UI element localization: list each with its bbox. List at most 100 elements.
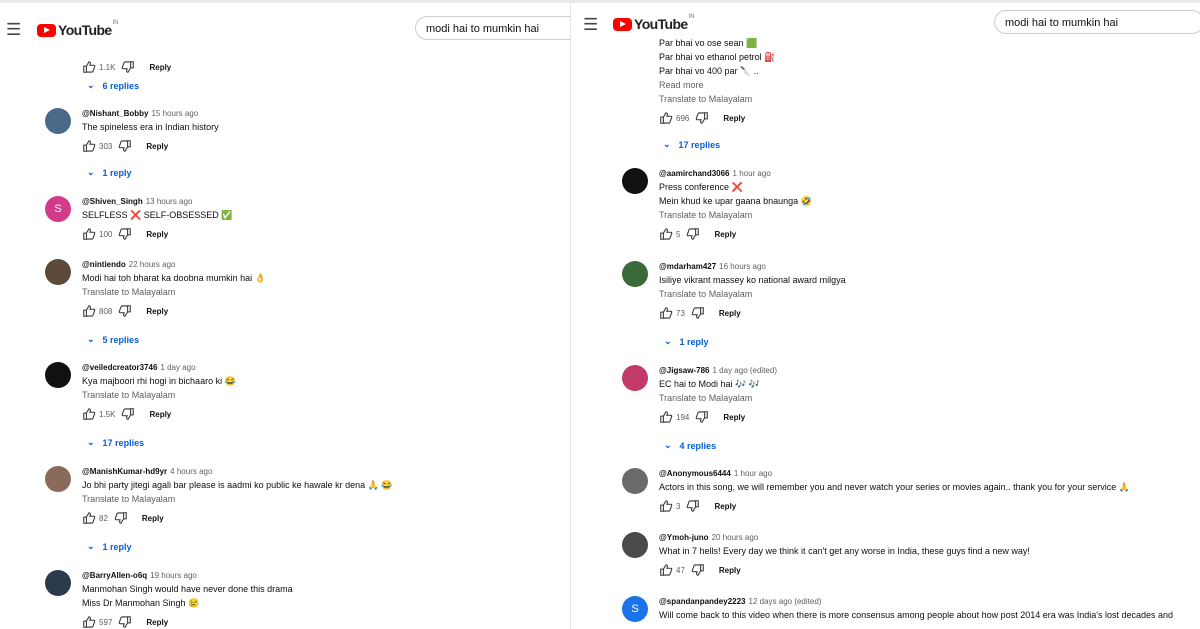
replies-toggle[interactable]: ⌄ 4 replies — [664, 440, 716, 451]
avatar[interactable] — [45, 108, 71, 134]
comment-author[interactable]: @Shiven_Singh — [82, 197, 143, 206]
comment-author[interactable]: @nintiendo — [82, 260, 126, 269]
dislike-icon[interactable] — [695, 111, 709, 125]
reply-button[interactable]: Reply — [719, 309, 741, 318]
translate-link[interactable]: Translate to Malayalam — [82, 492, 570, 506]
menu-icon[interactable]: ☰ — [583, 16, 598, 33]
avatar[interactable] — [622, 365, 648, 391]
like-icon[interactable] — [82, 139, 96, 153]
replies-toggle[interactable]: ⌄ 1 reply — [664, 336, 709, 347]
read-more-link[interactable]: Read more — [659, 78, 1200, 92]
reply-button[interactable]: Reply — [723, 114, 745, 123]
avatar[interactable] — [622, 532, 648, 558]
reply-button[interactable]: Reply — [142, 514, 164, 523]
like-icon[interactable] — [659, 227, 673, 241]
comment-author[interactable]: @spandanpandey2223 — [659, 597, 746, 606]
avatar[interactable] — [45, 570, 71, 596]
reply-button[interactable]: Reply — [149, 410, 171, 419]
reply-button[interactable]: Reply — [149, 63, 171, 72]
avatar[interactable] — [622, 468, 648, 494]
comment-author[interactable]: @aamirchand3066 — [659, 169, 730, 178]
like-icon[interactable] — [82, 407, 96, 421]
youtube-play-icon — [613, 17, 632, 31]
like-icon[interactable] — [82, 511, 96, 525]
reply-button[interactable]: Reply — [146, 307, 168, 316]
translate-link[interactable]: Translate to Malayalam — [659, 391, 1200, 405]
like-icon[interactable] — [82, 227, 96, 241]
replies-toggle[interactable]: ⌄ 1 reply — [87, 541, 132, 552]
translate-link[interactable]: Translate to Malayalam — [659, 92, 1200, 106]
avatar[interactable] — [622, 168, 648, 194]
dislike-icon[interactable] — [118, 227, 132, 241]
like-icon[interactable] — [659, 306, 673, 320]
translate-link[interactable]: Translate to Malayalam — [659, 287, 1200, 301]
avatar[interactable]: S — [622, 596, 648, 622]
translate-link[interactable]: Translate to Malayalam — [82, 285, 570, 299]
avatar[interactable]: S — [45, 196, 71, 222]
comment-time[interactable]: 4 hours ago — [170, 467, 212, 476]
avatar[interactable] — [45, 259, 71, 285]
comment-time[interactable]: 22 hours ago — [129, 260, 176, 269]
like-icon[interactable] — [659, 499, 673, 513]
replies-toggle[interactable]: ⌄ 17 replies — [663, 139, 720, 150]
like-icon[interactable] — [659, 563, 673, 577]
dislike-icon[interactable] — [686, 499, 700, 513]
comment-author[interactable]: @Ymoh-juno — [659, 533, 709, 542]
comment-time[interactable]: 1 day ago — [160, 363, 195, 372]
search-input[interactable]: modi hai to mumkin hai — [415, 16, 570, 40]
comment-author[interactable]: @mdarham427 — [659, 262, 716, 271]
comment-time[interactable]: 15 hours ago — [151, 109, 198, 118]
like-icon[interactable] — [659, 410, 673, 424]
comment-time[interactable]: 13 hours ago — [146, 197, 193, 206]
replies-toggle[interactable]: ⌄ 5 replies — [87, 334, 139, 345]
youtube-logo[interactable]: YouTube IN — [613, 14, 695, 32]
dislike-icon[interactable] — [695, 410, 709, 424]
dislike-icon[interactable] — [121, 60, 135, 74]
comment-author[interactable]: @Jigsaw-786 — [659, 366, 710, 375]
dislike-icon[interactable] — [686, 227, 700, 241]
replies-toggle[interactable]: ⌄ 6 replies — [87, 80, 139, 91]
comment-body: @nintiendo 22 hours ago Modi hai toh bhara… — [82, 259, 570, 319]
dislike-icon[interactable] — [121, 407, 135, 421]
translate-link[interactable]: Translate to Malayalam — [659, 208, 1200, 222]
replies-toggle[interactable]: ⌄ 1 reply — [87, 167, 132, 178]
comment-time[interactable]: 19 hours ago — [150, 571, 197, 580]
avatar[interactable] — [45, 362, 71, 388]
dislike-icon[interactable] — [691, 563, 705, 577]
reply-button[interactable]: Reply — [146, 618, 168, 627]
dislike-icon[interactable] — [118, 304, 132, 318]
menu-icon[interactable]: ☰ — [6, 21, 21, 38]
dislike-icon[interactable] — [118, 139, 132, 153]
dislike-icon[interactable] — [118, 615, 132, 629]
comment-author[interactable]: @veiledcreator3746 — [82, 363, 157, 372]
replies-toggle[interactable]: ⌄ 17 replies — [87, 437, 144, 448]
like-icon[interactable] — [659, 111, 673, 125]
search-input[interactable]: modi hai to mumkin hai — [994, 10, 1200, 34]
translate-link[interactable]: Translate to Malayalam — [82, 388, 570, 402]
comment-time[interactable]: 20 hours ago — [712, 533, 759, 542]
reply-button[interactable]: Reply — [714, 230, 736, 239]
like-icon[interactable] — [82, 615, 96, 629]
reply-button[interactable]: Reply — [146, 230, 168, 239]
reply-button[interactable]: Reply — [719, 566, 741, 575]
avatar[interactable] — [622, 261, 648, 287]
like-icon[interactable] — [82, 60, 96, 74]
youtube-logo[interactable]: YouTube IN — [37, 20, 119, 38]
reply-button[interactable]: Reply — [146, 142, 168, 151]
reply-button[interactable]: Reply — [723, 413, 745, 422]
comment-author[interactable]: @Nishant_Bobby — [82, 109, 148, 118]
comment-time[interactable]: 1 hour ago — [733, 169, 771, 178]
comment-time[interactable]: 16 hours ago — [719, 262, 766, 271]
dislike-icon[interactable] — [114, 511, 128, 525]
reply-button[interactable]: Reply — [714, 502, 736, 511]
avatar[interactable] — [45, 466, 71, 492]
dislike-icon[interactable] — [691, 306, 705, 320]
comment-author[interactable]: @BarryAllen-o6q — [82, 571, 147, 580]
comment-author[interactable]: @ManishKumar-hd9yr — [82, 467, 167, 476]
comment-author[interactable]: @Anonymous6444 — [659, 469, 731, 478]
comment-time[interactable]: 1 hour ago — [734, 469, 772, 478]
comment-time[interactable]: 1 day ago (edited) — [713, 366, 778, 375]
comment-actions: 3 Reply — [659, 498, 1200, 514]
like-icon[interactable] — [82, 304, 96, 318]
comment-time[interactable]: 12 days ago (edited) — [749, 597, 822, 606]
